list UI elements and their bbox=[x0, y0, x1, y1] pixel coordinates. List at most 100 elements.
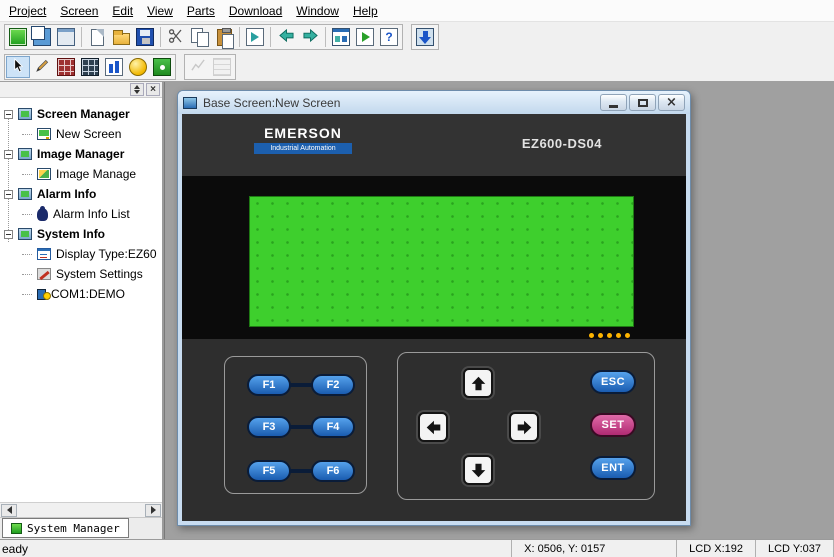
open-file-button[interactable] bbox=[109, 26, 133, 48]
lcd-screen-canvas[interactable] bbox=[249, 196, 634, 327]
tree-label: System Settings bbox=[56, 267, 143, 281]
panel-close-icon[interactable]: × bbox=[146, 83, 160, 96]
scroll-right-icon[interactable] bbox=[145, 504, 161, 517]
f6-key: F6 bbox=[311, 460, 355, 482]
next-screen-button[interactable] bbox=[298, 26, 322, 48]
system-info-icon bbox=[18, 228, 32, 240]
tree-item-com1[interactable]: COM1:DEMO bbox=[0, 284, 162, 304]
led-indicator bbox=[625, 333, 630, 338]
minimize-icon[interactable] bbox=[600, 94, 627, 111]
alarm-info-icon bbox=[18, 188, 32, 200]
menu-item-download[interactable]: Download bbox=[222, 1, 289, 21]
simulate-icon bbox=[356, 28, 374, 46]
simulate-button[interactable] bbox=[353, 26, 377, 48]
cut-icon bbox=[167, 28, 185, 46]
expand-toggle-icon[interactable] bbox=[4, 110, 13, 119]
window-client: EMERSON Industrial Automation EZ600-DS04 bbox=[182, 114, 686, 521]
copy-icon bbox=[191, 28, 209, 46]
tree-label: COM1:DEMO bbox=[51, 287, 125, 301]
tree-item-image-manage[interactable]: Image Manage bbox=[0, 164, 162, 184]
right-arrow-icon bbox=[301, 28, 319, 46]
tree-label: Image Manage bbox=[56, 167, 136, 181]
tab-label: System Manager bbox=[27, 522, 120, 535]
status-bar: eady X: 0506, Y: 0157 LCD X:192 LCD Y:03… bbox=[0, 539, 834, 557]
led-indicator bbox=[598, 333, 603, 338]
nav-key-panel: ESC SET ENT bbox=[397, 352, 655, 500]
main-toolbar bbox=[0, 22, 834, 52]
lcd-bezel bbox=[182, 176, 686, 339]
chart-toolbar-group bbox=[184, 54, 236, 80]
bitmap-button[interactable] bbox=[150, 56, 174, 78]
menu-bar: Project Screen Edit View Parts Download … bbox=[0, 0, 834, 22]
open-folder-icon bbox=[113, 33, 130, 45]
window-icon bbox=[183, 97, 197, 109]
toolbar-separator bbox=[239, 27, 240, 47]
led-indicator bbox=[616, 333, 621, 338]
paste-button[interactable] bbox=[212, 26, 236, 48]
expand-toggle-icon[interactable] bbox=[4, 190, 13, 199]
screen-list-button[interactable] bbox=[329, 26, 353, 48]
new-screen-button[interactable] bbox=[6, 26, 30, 48]
tree-item-new-screen[interactable]: New Screen bbox=[0, 124, 162, 144]
lamp-icon bbox=[129, 58, 147, 76]
bar-display-button[interactable] bbox=[102, 56, 126, 78]
tile-grid-blue-button[interactable] bbox=[78, 56, 102, 78]
tree-label: New Screen bbox=[56, 127, 121, 141]
window-titlebar[interactable]: Base Screen:New Screen bbox=[178, 91, 690, 114]
copy-button[interactable] bbox=[188, 26, 212, 48]
menu-item-view[interactable]: View bbox=[140, 1, 180, 21]
esc-key: ESC bbox=[590, 370, 636, 394]
window-title: Base Screen:New Screen bbox=[203, 96, 594, 110]
draw-tool-button[interactable] bbox=[30, 56, 54, 78]
display-type-icon bbox=[37, 248, 51, 260]
tree-item-image-manager[interactable]: Image Manager bbox=[0, 144, 162, 164]
tree-label: Display Type:EZ60 bbox=[56, 247, 157, 261]
menu-item-parts[interactable]: Parts bbox=[180, 1, 222, 21]
device-model: EZ600-DS04 bbox=[522, 136, 602, 151]
set-key: SET bbox=[590, 413, 636, 437]
status-cursor-coords: X: 0506, Y: 0157 bbox=[512, 540, 677, 557]
tree-label: Image Manager bbox=[37, 147, 124, 161]
dock-arrows-icon[interactable] bbox=[130, 83, 144, 96]
menu-item-edit[interactable]: Edit bbox=[105, 1, 140, 21]
data-log-button bbox=[210, 56, 234, 78]
prev-screen-button[interactable] bbox=[274, 26, 298, 48]
help-button[interactable] bbox=[377, 26, 401, 48]
expand-toggle-icon[interactable] bbox=[4, 150, 13, 159]
trend-chart-button bbox=[186, 56, 210, 78]
tree-item-display-type[interactable]: Display Type:EZ60 bbox=[0, 244, 162, 264]
jump-screen-button[interactable] bbox=[243, 26, 267, 48]
menu-item-project[interactable]: Project bbox=[2, 1, 53, 21]
cut-button[interactable] bbox=[164, 26, 188, 48]
download-icon bbox=[416, 28, 434, 46]
menu-item-window[interactable]: Window bbox=[289, 1, 346, 21]
main-toolbar-group bbox=[4, 24, 403, 50]
scroll-left-icon[interactable] bbox=[1, 504, 17, 517]
download-to-hmi-button[interactable] bbox=[413, 26, 437, 48]
expand-toggle-icon[interactable] bbox=[4, 230, 13, 239]
maximize-icon[interactable] bbox=[629, 94, 656, 111]
trend-chart-icon bbox=[189, 58, 207, 76]
new-file-button[interactable] bbox=[85, 26, 109, 48]
tab-system-manager[interactable]: System Manager bbox=[2, 518, 129, 538]
screen-property-button[interactable] bbox=[54, 26, 78, 48]
select-tool-button[interactable] bbox=[6, 56, 30, 78]
open-screen-button[interactable] bbox=[30, 26, 54, 48]
menu-item-help[interactable]: Help bbox=[346, 1, 385, 21]
f4-key: F4 bbox=[311, 416, 355, 438]
menu-item-screen[interactable]: Screen bbox=[53, 1, 105, 21]
tile-grid-dark-button[interactable] bbox=[54, 56, 78, 78]
main-region: × Screen Manager New Screen Image Manage… bbox=[0, 82, 834, 539]
tree-item-alarm-info-list[interactable]: Alarm Info List bbox=[0, 204, 162, 224]
tree-item-system-settings[interactable]: System Settings bbox=[0, 264, 162, 284]
horizontal-scrollbar[interactable] bbox=[0, 502, 162, 517]
close-icon[interactable] bbox=[658, 94, 685, 111]
tree-item-alarm-info[interactable]: Alarm Info bbox=[0, 184, 162, 204]
project-panel: × Screen Manager New Screen Image Manage… bbox=[0, 82, 164, 539]
lamp-button[interactable] bbox=[126, 56, 150, 78]
tree-item-system-info[interactable]: System Info bbox=[0, 224, 162, 244]
tree-item-screen-manager[interactable]: Screen Manager bbox=[0, 104, 162, 124]
save-button[interactable] bbox=[133, 26, 157, 48]
brand-tagline: Industrial Automation bbox=[254, 143, 352, 154]
screen-manager-icon bbox=[18, 108, 32, 120]
